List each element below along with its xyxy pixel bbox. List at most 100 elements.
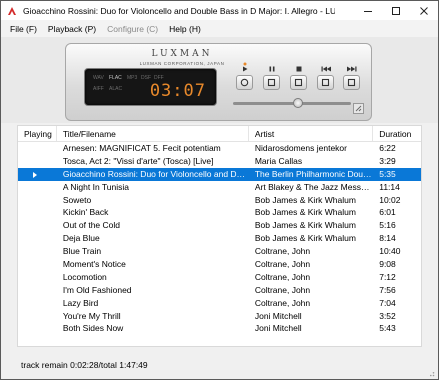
play-indicator-icon	[238, 62, 252, 72]
table-row[interactable]: Deja Blue Bob James & Kirk Whalum 8:14	[18, 232, 421, 245]
lcd-display: WAV FLAC MP3 DSF DFF AIFF ALAC 03:07	[84, 68, 217, 106]
now-playing-icon	[33, 171, 37, 178]
previous-button[interactable]	[317, 75, 334, 90]
seek-slider[interactable]	[233, 98, 351, 108]
column-header-artist[interactable]: Artist	[249, 126, 374, 141]
table-row[interactable]: Arnesen: MAGNIFICAT 5. Fecit potentiam Ni…	[18, 142, 421, 155]
close-button[interactable]	[410, 1, 438, 20]
duration-cell: 5:16	[379, 220, 396, 231]
menu-playback[interactable]: Playback (P)	[43, 24, 102, 34]
playing-cell	[18, 219, 57, 232]
table-row[interactable]: Tosca, Act 2: "Vissi d'arte" (Tosca) [Li…	[18, 155, 421, 168]
column-header-duration[interactable]: Duration	[373, 126, 421, 141]
title-cell: Out of the Cold	[62, 220, 120, 231]
seek-slider-knob[interactable]	[292, 98, 303, 108]
table-row[interactable]: Kickin' Back Bob James & Kirk Whalum 6:01	[18, 206, 421, 219]
player-panel: LUXMAN LUXMAN CORPORATION, JAPAN WAV FLA…	[65, 43, 372, 121]
menu-help[interactable]: Help (H)	[164, 24, 207, 34]
playing-cell	[18, 310, 57, 323]
playing-cell	[18, 258, 57, 271]
title-cell: Locomotion	[62, 271, 107, 282]
artist-cell: Bob James & Kirk Whalum	[254, 194, 356, 205]
title-bar[interactable]: Gioacchino Rossini: Duo for Violoncello …	[1, 1, 438, 20]
playing-cell	[18, 155, 57, 168]
duration-cell: 6:01	[379, 207, 396, 218]
table-row[interactable]: A Night In Tunisia Art Blakey & The Jazz …	[18, 181, 421, 194]
player-area: LUXMAN LUXMAN CORPORATION, JAPAN WAV FLA…	[1, 37, 438, 123]
duration-cell: 7:56	[379, 284, 396, 295]
table-row[interactable]: Gioacchino Rossini: Duo for Violoncello …	[18, 167, 421, 181]
title-cell: Blue Train	[62, 246, 102, 257]
status-text: track remain 0:02:28/total 1:47:49	[21, 360, 148, 370]
pause-button[interactable]	[263, 75, 280, 90]
duration-cell: 3:52	[379, 310, 396, 321]
title-cell: Arnesen: MAGNIFICAT 5. Fecit potentiam	[62, 143, 221, 153]
artist-cell: Coltrane, John	[254, 284, 311, 295]
artist-cell: Bob James & Kirk Whalum	[254, 207, 356, 218]
duration-cell: 5:43	[379, 323, 396, 334]
resize-grip-icon[interactable]	[427, 369, 435, 377]
artist-cell: Joni Mitchell	[254, 310, 302, 321]
menu-configure[interactable]: Configure (C)	[102, 24, 164, 34]
table-row[interactable]: Lazy Bird Coltrane, John 7:04	[18, 297, 421, 310]
duration-cell: 10:02	[379, 194, 401, 205]
duration-cell: 3:29	[379, 155, 396, 166]
playing-cell	[18, 142, 57, 155]
playing-cell	[18, 168, 57, 181]
previous-track-icon	[321, 78, 330, 87]
playlist-table: Playing Title/Filename Artist Duration A…	[17, 125, 422, 347]
artist-cell: The Berlin Philharmonic Double Bass Quar…	[254, 168, 374, 179]
next-button[interactable]	[343, 75, 360, 90]
app-window: Gioacchino Rossini: Duo for Violoncello …	[0, 0, 439, 380]
brand-subtitle: LUXMAN CORPORATION, JAPAN	[139, 61, 225, 66]
pause-indicator-icon	[265, 62, 279, 72]
format-aiff: AIFF	[93, 86, 104, 92]
artist-cell: Joni Mitchell	[254, 323, 302, 334]
app-logo-icon	[7, 6, 17, 16]
artist-cell: Maria Callas	[254, 155, 303, 166]
playlist-rows: Arnesen: MAGNIFICAT 5. Fecit potentiam Ni…	[18, 142, 421, 335]
table-row[interactable]: You're My Thrill Joni Mitchell 3:52	[18, 310, 421, 323]
playing-cell	[18, 181, 57, 194]
artist-cell: Coltrane, John	[254, 271, 311, 282]
table-row[interactable]: Out of the Cold Bob James & Kirk Whalum 5:…	[18, 219, 421, 232]
table-row[interactable]: Soweto Bob James & Kirk Whalum 10:02	[18, 194, 421, 207]
title-cell: Soweto	[62, 194, 92, 205]
playing-cell	[18, 297, 57, 310]
title-cell: Deja Blue	[62, 233, 100, 244]
title-cell: Tosca, Act 2: "Vissi d'arte" (Tosca) [Li…	[62, 155, 214, 166]
next-track-icon	[347, 78, 356, 87]
title-cell: Gioacchino Rossini: Duo for Violoncello …	[62, 168, 249, 179]
artist-cell: Art Blakey & The Jazz Messengers	[254, 181, 373, 192]
table-row[interactable]: Blue Train Coltrane, John 10:40	[18, 245, 421, 258]
column-header-playing[interactable]: Playing	[18, 126, 57, 141]
artist-cell: Bob James & Kirk Whalum	[254, 233, 356, 244]
format-flac: FLAC	[109, 75, 122, 81]
maximize-icon	[392, 6, 400, 15]
table-row[interactable]: Moment's Notice Coltrane, John 9:08	[18, 258, 421, 271]
menu-file[interactable]: File (F)	[5, 24, 43, 34]
playlist-header: Playing Title/Filename Artist Duration	[18, 126, 421, 142]
maximize-button[interactable]	[382, 1, 410, 20]
playing-cell	[18, 284, 57, 297]
play-button[interactable]	[236, 75, 253, 90]
format-alac: ALAC	[109, 86, 123, 92]
stop-button[interactable]	[290, 75, 307, 90]
minimize-button[interactable]	[354, 1, 382, 20]
duration-cell: 8:14	[379, 233, 396, 244]
title-cell: A Night In Tunisia	[62, 181, 129, 192]
close-icon	[420, 6, 428, 15]
table-row[interactable]: Locomotion Coltrane, John 7:12	[18, 271, 421, 284]
column-header-title[interactable]: Title/Filename	[57, 126, 249, 141]
artist-cell: Bob James & Kirk Whalum	[254, 220, 356, 231]
next-indicator-icon	[345, 62, 359, 72]
minimize-icon	[364, 10, 372, 12]
table-row[interactable]: I'm Old Fashioned Coltrane, John 7:56	[18, 284, 421, 297]
playing-cell	[18, 271, 57, 284]
table-row[interactable]: Both Sides Now Joni Mitchell 5:43	[18, 322, 421, 335]
artist-cell: Coltrane, John	[254, 259, 311, 270]
format-mp3: MP3	[127, 75, 138, 81]
playing-cell	[18, 206, 57, 219]
artist-cell: Coltrane, John	[254, 297, 311, 308]
resize-panel-icon[interactable]	[353, 103, 364, 114]
